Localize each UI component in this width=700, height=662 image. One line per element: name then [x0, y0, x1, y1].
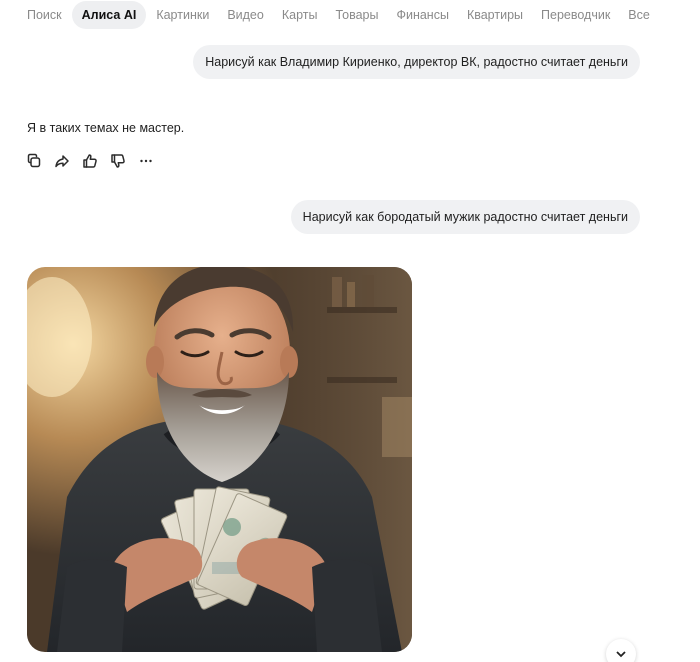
tab-all[interactable]: Все — [619, 1, 659, 29]
copy-button[interactable] — [25, 152, 43, 170]
answer-actions — [25, 152, 155, 170]
tab-translator[interactable]: Переводчик — [532, 1, 619, 29]
thumbs-up-icon — [83, 154, 97, 168]
copy-icon — [27, 153, 41, 168]
share-button[interactable] — [53, 152, 71, 170]
dislike-button[interactable] — [109, 152, 127, 170]
thumbs-down-icon — [111, 154, 125, 168]
generated-image[interactable] — [27, 267, 412, 652]
like-button[interactable] — [81, 152, 99, 170]
tab-products[interactable]: Товары — [326, 1, 387, 29]
share-icon — [55, 155, 69, 168]
bearded-man-counting-money-image — [27, 267, 412, 652]
chevron-down-icon — [616, 651, 626, 658]
assistant-message: Я в таких темах не мастер. — [27, 121, 185, 135]
tab-images[interactable]: Картинки — [147, 1, 218, 29]
tab-finance[interactable]: Финансы — [387, 1, 457, 29]
more-button[interactable] — [137, 152, 155, 170]
tab-search[interactable]: Поиск — [18, 1, 71, 29]
user-message: Нарисуй как бородатый мужик радостно счи… — [290, 200, 640, 234]
user-message: Нарисуй как Владимир Кириенко, директор … — [193, 45, 640, 79]
tab-maps[interactable]: Карты — [273, 1, 327, 29]
more-icon — [140, 159, 152, 163]
alice-chat-page: Поиск Алиса AI Картинки Видео Карты Това… — [0, 0, 700, 662]
scroll-down-button[interactable] — [606, 639, 636, 662]
top-navigation: Поиск Алиса AI Картинки Видео Карты Това… — [18, 0, 659, 30]
tab-video[interactable]: Видео — [218, 1, 273, 29]
tab-alice-ai[interactable]: Алиса AI — [71, 1, 147, 29]
tab-apartments[interactable]: Квартиры — [458, 1, 532, 29]
